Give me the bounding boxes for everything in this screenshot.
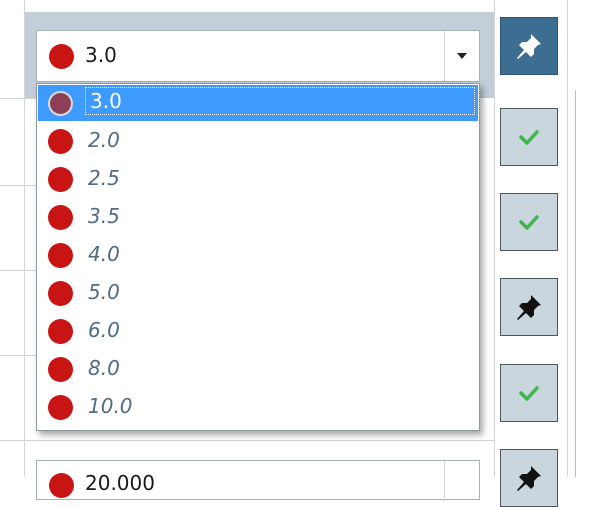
option-label: 10.0 <box>88 394 133 418</box>
grid-line <box>575 90 576 477</box>
confirm-button[interactable] <box>500 364 558 422</box>
dropdown-option[interactable]: 2.0 <box>38 123 478 159</box>
check-icon <box>519 130 539 145</box>
dropdown-arrow-button[interactable] <box>444 31 479 81</box>
grid-line <box>494 0 495 477</box>
dropdown-option[interactable]: 3.0 <box>38 85 478 121</box>
pin-button[interactable] <box>500 278 558 336</box>
pin-button[interactable] <box>500 17 558 75</box>
check-icon <box>519 386 539 401</box>
grid-line <box>24 0 25 477</box>
status-dot <box>48 167 73 192</box>
status-dot <box>48 243 73 268</box>
pin-icon <box>517 34 541 59</box>
pin-icon <box>517 295 541 320</box>
confirm-button[interactable] <box>500 108 558 166</box>
dropdown-option[interactable]: 6.0 <box>38 313 478 349</box>
option-label: 4.0 <box>88 242 120 266</box>
grid-line <box>0 355 36 356</box>
chevron-down-icon <box>457 53 467 59</box>
value-combobox[interactable]: 20.000 <box>36 460 480 501</box>
grid-line <box>567 0 568 477</box>
status-dot <box>48 205 73 230</box>
status-dot <box>48 91 73 116</box>
option-label: 2.0 <box>88 128 120 152</box>
status-dot <box>48 319 73 344</box>
status-dot <box>49 44 74 69</box>
option-label: 6.0 <box>88 318 120 342</box>
dropdown-option[interactable]: 10.0 <box>38 389 478 425</box>
confirm-button[interactable] <box>500 193 558 251</box>
dropdown-option[interactable]: 2.5 <box>38 161 478 197</box>
combobox-value: 20.000 <box>85 471 155 495</box>
status-dot <box>48 357 73 382</box>
dropdown-list: 3.0 2.0 2.5 3.5 4.0 5.0 6.0 8.0 10.0 <box>36 83 480 431</box>
dropdown-option[interactable]: 8.0 <box>38 351 478 387</box>
grid-line <box>0 185 36 186</box>
value-combobox[interactable]: 3.0 <box>36 30 480 82</box>
status-dot <box>48 129 73 154</box>
pin-icon <box>517 466 541 491</box>
dropdown-option[interactable]: 3.5 <box>38 199 478 235</box>
option-label: 3.5 <box>88 204 120 228</box>
pin-button[interactable] <box>500 449 558 507</box>
grid-line <box>0 440 494 441</box>
grid-line <box>0 270 36 271</box>
check-icon <box>519 215 539 230</box>
combobox-value: 3.0 <box>85 43 117 67</box>
status-dot <box>48 395 73 420</box>
option-label: 3.0 <box>85 87 475 115</box>
dropdown-option[interactable]: 4.0 <box>38 237 478 273</box>
status-dot <box>48 281 73 306</box>
dropdown-option[interactable]: 5.0 <box>38 275 478 311</box>
option-label: 2.5 <box>88 166 120 190</box>
option-label: 5.0 <box>88 280 120 304</box>
option-label: 8.0 <box>88 356 120 380</box>
grid-line <box>0 98 36 99</box>
dropdown-arrow-button[interactable] <box>444 461 479 501</box>
